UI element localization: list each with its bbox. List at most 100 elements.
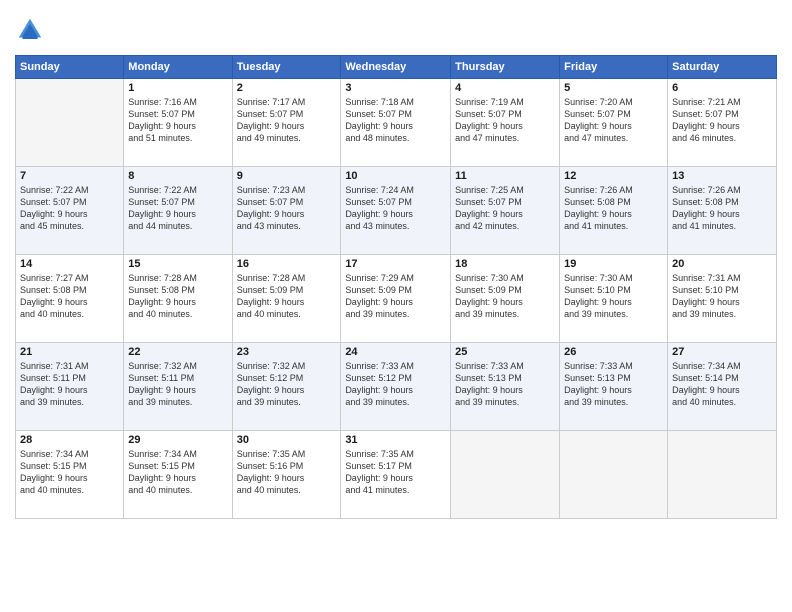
day-info: Sunrise: 7:26 AM Sunset: 5:08 PM Dayligh…	[564, 184, 663, 233]
calendar-cell: 14 Sunrise: 7:27 AM Sunset: 5:08 PM Dayli…	[16, 255, 124, 343]
day-info: Sunrise: 7:33 AM Sunset: 5:13 PM Dayligh…	[455, 360, 555, 409]
day-number: 7	[20, 170, 119, 182]
calendar-cell: 25 Sunrise: 7:33 AM Sunset: 5:13 PM Dayli…	[451, 343, 560, 431]
calendar-cell: 13 Sunrise: 7:26 AM Sunset: 5:08 PM Dayli…	[668, 167, 777, 255]
logo	[15, 15, 49, 45]
day-number: 2	[237, 82, 337, 94]
day-info: Sunrise: 7:35 AM Sunset: 5:17 PM Dayligh…	[345, 448, 446, 497]
day-info: Sunrise: 7:28 AM Sunset: 5:08 PM Dayligh…	[128, 272, 227, 321]
day-info: Sunrise: 7:32 AM Sunset: 5:12 PM Dayligh…	[237, 360, 337, 409]
day-info: Sunrise: 7:27 AM Sunset: 5:08 PM Dayligh…	[20, 272, 119, 321]
calendar-cell: 10 Sunrise: 7:24 AM Sunset: 5:07 PM Dayli…	[341, 167, 451, 255]
day-number: 13	[672, 170, 772, 182]
day-number: 27	[672, 346, 772, 358]
day-number: 28	[20, 434, 119, 446]
calendar-cell: 15 Sunrise: 7:28 AM Sunset: 5:08 PM Dayli…	[124, 255, 232, 343]
day-info: Sunrise: 7:22 AM Sunset: 5:07 PM Dayligh…	[128, 184, 227, 233]
calendar-header-monday: Monday	[124, 56, 232, 79]
day-number: 17	[345, 258, 446, 270]
calendar-cell	[451, 431, 560, 519]
calendar-cell: 6Sunrise: 7:21 AM Sunset: 5:07 PM Daylig…	[668, 79, 777, 167]
calendar-cell	[668, 431, 777, 519]
calendar-header-friday: Friday	[560, 56, 668, 79]
day-number: 26	[564, 346, 663, 358]
day-number: 20	[672, 258, 772, 270]
calendar-cell: 16 Sunrise: 7:28 AM Sunset: 5:09 PM Dayli…	[232, 255, 341, 343]
calendar-cell: 31 Sunrise: 7:35 AM Sunset: 5:17 PM Dayli…	[341, 431, 451, 519]
day-number: 15	[128, 258, 227, 270]
day-info: Sunrise: 7:34 AM Sunset: 5:14 PM Dayligh…	[672, 360, 772, 409]
calendar-header-wednesday: Wednesday	[341, 56, 451, 79]
page: SundayMondayTuesdayWednesdayThursdayFrid…	[0, 0, 792, 612]
day-number: 21	[20, 346, 119, 358]
calendar-cell: 18 Sunrise: 7:30 AM Sunset: 5:09 PM Dayli…	[451, 255, 560, 343]
calendar-cell: 7 Sunrise: 7:22 AM Sunset: 5:07 PM Daylig…	[16, 167, 124, 255]
day-number: 1	[128, 82, 227, 94]
day-info: Sunrise: 7:22 AM Sunset: 5:07 PM Dayligh…	[20, 184, 119, 233]
day-info: Sunrise: 7:29 AM Sunset: 5:09 PM Dayligh…	[345, 272, 446, 321]
day-number: 14	[20, 258, 119, 270]
calendar-cell: 23Sunrise: 7:32 AM Sunset: 5:12 PM Dayli…	[232, 343, 341, 431]
calendar-cell: 21 Sunrise: 7:31 AM Sunset: 5:11 PM Dayli…	[16, 343, 124, 431]
calendar-cell: 26 Sunrise: 7:33 AM Sunset: 5:13 PM Dayli…	[560, 343, 668, 431]
day-number: 31	[345, 434, 446, 446]
day-number: 12	[564, 170, 663, 182]
calendar-cell: 19 Sunrise: 7:30 AM Sunset: 5:10 PM Dayli…	[560, 255, 668, 343]
calendar-week-row: 14 Sunrise: 7:27 AM Sunset: 5:08 PM Dayli…	[16, 255, 777, 343]
day-number: 10	[345, 170, 446, 182]
calendar-week-row: 28 Sunrise: 7:34 AM Sunset: 5:15 PM Dayli…	[16, 431, 777, 519]
day-info: Sunrise: 7:20 AM Sunset: 5:07 PM Dayligh…	[564, 96, 663, 145]
day-number: 25	[455, 346, 555, 358]
day-info: Sunrise: 7:16 AM Sunset: 5:07 PM Dayligh…	[128, 96, 227, 145]
day-info: Sunrise: 7:30 AM Sunset: 5:10 PM Dayligh…	[564, 272, 663, 321]
calendar-header-saturday: Saturday	[668, 56, 777, 79]
day-number: 16	[237, 258, 337, 270]
calendar-cell: 22 Sunrise: 7:32 AM Sunset: 5:11 PM Dayli…	[124, 343, 232, 431]
calendar-cell: 1 Sunrise: 7:16 AM Sunset: 5:07 PM Daylig…	[124, 79, 232, 167]
calendar-cell: 30Sunrise: 7:35 AM Sunset: 5:16 PM Dayli…	[232, 431, 341, 519]
day-info: Sunrise: 7:28 AM Sunset: 5:09 PM Dayligh…	[237, 272, 337, 321]
day-info: Sunrise: 7:19 AM Sunset: 5:07 PM Dayligh…	[455, 96, 555, 145]
calendar-cell: 11 Sunrise: 7:25 AM Sunset: 5:07 PM Dayli…	[451, 167, 560, 255]
day-info: Sunrise: 7:26 AM Sunset: 5:08 PM Dayligh…	[672, 184, 772, 233]
day-info: Sunrise: 7:24 AM Sunset: 5:07 PM Dayligh…	[345, 184, 446, 233]
day-number: 6	[672, 82, 772, 94]
calendar-cell: 4 Sunrise: 7:19 AM Sunset: 5:07 PM Daylig…	[451, 79, 560, 167]
day-number: 24	[345, 346, 446, 358]
calendar-cell: 2Sunrise: 7:17 AM Sunset: 5:07 PM Daylig…	[232, 79, 341, 167]
calendar-header-sunday: Sunday	[16, 56, 124, 79]
day-info: Sunrise: 7:33 AM Sunset: 5:13 PM Dayligh…	[564, 360, 663, 409]
calendar-week-row: 7 Sunrise: 7:22 AM Sunset: 5:07 PM Daylig…	[16, 167, 777, 255]
header	[15, 15, 777, 45]
day-number: 11	[455, 170, 555, 182]
calendar-cell: 8 Sunrise: 7:22 AM Sunset: 5:07 PM Daylig…	[124, 167, 232, 255]
calendar-header-tuesday: Tuesday	[232, 56, 341, 79]
calendar-cell: 3Sunrise: 7:18 AM Sunset: 5:07 PM Daylig…	[341, 79, 451, 167]
day-info: Sunrise: 7:32 AM Sunset: 5:11 PM Dayligh…	[128, 360, 227, 409]
calendar-cell	[560, 431, 668, 519]
day-info: Sunrise: 7:23 AM Sunset: 5:07 PM Dayligh…	[237, 184, 337, 233]
day-info: Sunrise: 7:31 AM Sunset: 5:11 PM Dayligh…	[20, 360, 119, 409]
day-number: 8	[128, 170, 227, 182]
day-number: 18	[455, 258, 555, 270]
day-info: Sunrise: 7:31 AM Sunset: 5:10 PM Dayligh…	[672, 272, 772, 321]
calendar-cell: 27 Sunrise: 7:34 AM Sunset: 5:14 PM Dayli…	[668, 343, 777, 431]
day-info: Sunrise: 7:34 AM Sunset: 5:15 PM Dayligh…	[20, 448, 119, 497]
calendar-cell: 20 Sunrise: 7:31 AM Sunset: 5:10 PM Dayli…	[668, 255, 777, 343]
calendar-cell: 29Sunrise: 7:34 AM Sunset: 5:15 PM Dayli…	[124, 431, 232, 519]
day-info: Sunrise: 7:33 AM Sunset: 5:12 PM Dayligh…	[345, 360, 446, 409]
day-number: 19	[564, 258, 663, 270]
day-info: Sunrise: 7:18 AM Sunset: 5:07 PM Dayligh…	[345, 96, 446, 145]
day-info: Sunrise: 7:30 AM Sunset: 5:09 PM Dayligh…	[455, 272, 555, 321]
calendar-header-row: SundayMondayTuesdayWednesdayThursdayFrid…	[16, 56, 777, 79]
day-number: 22	[128, 346, 227, 358]
day-number: 4	[455, 82, 555, 94]
logo-icon	[15, 15, 45, 45]
day-info: Sunrise: 7:35 AM Sunset: 5:16 PM Dayligh…	[237, 448, 337, 497]
calendar-cell: 5Sunrise: 7:20 AM Sunset: 5:07 PM Daylig…	[560, 79, 668, 167]
day-info: Sunrise: 7:25 AM Sunset: 5:07 PM Dayligh…	[455, 184, 555, 233]
calendar-cell	[16, 79, 124, 167]
calendar-header-thursday: Thursday	[451, 56, 560, 79]
calendar-cell: 12 Sunrise: 7:26 AM Sunset: 5:08 PM Dayli…	[560, 167, 668, 255]
calendar-week-row: 1 Sunrise: 7:16 AM Sunset: 5:07 PM Daylig…	[16, 79, 777, 167]
